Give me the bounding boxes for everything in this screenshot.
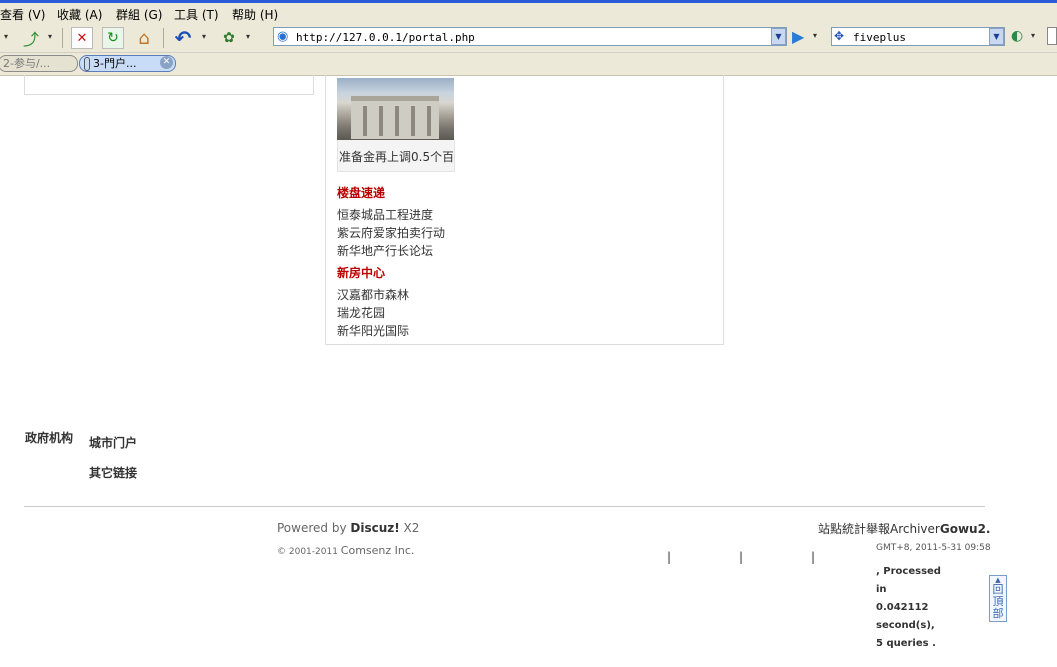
extra-toolbar-button[interactable] — [1047, 27, 1057, 45]
go-icon[interactable]: ▶ — [792, 27, 804, 46]
footer-divider — [24, 506, 985, 507]
comsenz-link[interactable]: Comsenz Inc. — [341, 544, 415, 557]
plugin-dropdown-icon[interactable]: ▾ — [246, 32, 250, 41]
go-dropdown-icon[interactable]: ▾ — [813, 31, 817, 40]
search-engine-icon: ✥ — [834, 29, 845, 43]
up-dropdown-icon[interactable]: ▾ — [48, 32, 52, 41]
powered-version: X2 — [399, 521, 420, 535]
site-name-link[interactable]: Gowu2. — [940, 522, 991, 536]
copyright-years: © 2001-2011 — [277, 547, 341, 557]
column-shape — [363, 106, 367, 136]
menu-groups[interactable]: 群組 (G) — [116, 6, 162, 23]
list-item[interactable]: 紫云府爱家拍卖行动 — [337, 224, 445, 241]
photo-caption[interactable]: 准备金再上调0.5个百 — [339, 148, 453, 165]
search-engine-text[interactable]: fiveplus — [853, 31, 906, 44]
discuz-link[interactable]: Discuz! — [350, 521, 399, 535]
list-item[interactable]: 瑞龙花园 — [337, 304, 385, 321]
server-time: GMT+8, 2011-5-31 09:58 — [876, 543, 991, 553]
list-item[interactable]: 恒泰城品工程进度 — [337, 206, 433, 223]
undo-icon[interactable]: ↶ — [172, 26, 194, 50]
column-shape — [411, 106, 415, 136]
menu-tools[interactable]: 工具 (T) — [174, 6, 219, 23]
up-folder-icon[interactable]: ⤴ — [20, 27, 42, 49]
news-photo[interactable] — [337, 78, 454, 140]
address-dropdown-icon[interactable]: ▼ — [771, 28, 786, 45]
pipe-separator: | — [739, 550, 744, 564]
powered-prefix: Powered by — [277, 521, 351, 535]
menu-help[interactable]: 帮助 (H) — [232, 6, 278, 23]
tab-participate[interactable]: 2-参与/... — [0, 55, 78, 72]
section-title-listings: 楼盘速递 — [337, 186, 386, 200]
menu-bar: 查看 (V) 收藏 (A) 群組 (G) 工具 (T) 帮助 (H) — [0, 3, 1057, 23]
processed-line: second(s), — [876, 620, 935, 631]
globe-icon[interactable]: ◐ — [1011, 28, 1023, 44]
stop-icon[interactable]: ✕ — [71, 27, 93, 49]
processed-line: in — [876, 584, 887, 595]
toolbar-separator — [163, 28, 164, 48]
column-shape — [395, 106, 399, 136]
section-title-new-homes: 新房中心 — [337, 266, 386, 280]
search-dropdown-icon[interactable]: ▼ — [989, 28, 1004, 45]
footer-label-city-portal: 城市门户 — [89, 436, 138, 450]
tab-page-icon — [84, 57, 90, 71]
menu-favorites[interactable]: 收藏 (A) — [57, 6, 102, 23]
column-shape — [427, 106, 431, 136]
back-dropdown-icon[interactable]: ▾ — [4, 32, 8, 41]
footer-label-other-links: 其它链接 — [89, 466, 138, 480]
globe-dropdown-icon[interactable]: ▾ — [1031, 31, 1035, 40]
processed-line: 0.042112 — [876, 602, 929, 613]
tab-label: 3-門户... — [93, 57, 137, 70]
undo-dropdown-icon[interactable]: ▾ — [202, 32, 206, 41]
list-item[interactable]: 新华地产行长论坛 — [337, 242, 433, 259]
back-to-top-label: 回頂部 — [992, 583, 1004, 620]
tab-label: 2-参与/... — [3, 57, 51, 70]
copyright: © 2001-2011 Comsenz Inc. — [277, 544, 414, 557]
pipe-separator: | — [811, 550, 816, 564]
column-shape — [379, 106, 383, 136]
footer-right-links: 站點統計舉報ArchiverGowu2. — [818, 520, 990, 537]
back-to-top-button[interactable]: ▲ 回頂部 — [989, 575, 1007, 622]
pipe-separator: | — [667, 550, 672, 564]
processed-line: , Processed — [876, 566, 941, 577]
page-icon: ◉ — [277, 29, 289, 44]
footer-label-government: 政府机构 — [25, 431, 74, 445]
refresh-icon[interactable]: ↻ — [102, 27, 124, 49]
toolbar-separator — [62, 28, 63, 48]
menu-view[interactable]: 查看 (V) — [0, 6, 45, 23]
address-text[interactable]: http://127.0.0.1/portal.php — [296, 31, 475, 44]
tab-close-icon[interactable]: ✕ — [160, 56, 173, 69]
list-item[interactable]: 汉嘉都市森林 — [337, 286, 409, 303]
powered-by: Powered by Discuz! X2 — [277, 521, 419, 535]
left-content-box — [24, 75, 314, 95]
plugin-icon[interactable]: ✿ — [218, 27, 240, 49]
stats-report-archiver-links[interactable]: 站點統計舉報Archiver — [818, 522, 940, 536]
processed-line: 5 queries . — [876, 638, 936, 649]
home-icon[interactable]: ⌂ — [133, 27, 155, 49]
list-item[interactable]: 新华阳光国际 — [337, 322, 409, 339]
